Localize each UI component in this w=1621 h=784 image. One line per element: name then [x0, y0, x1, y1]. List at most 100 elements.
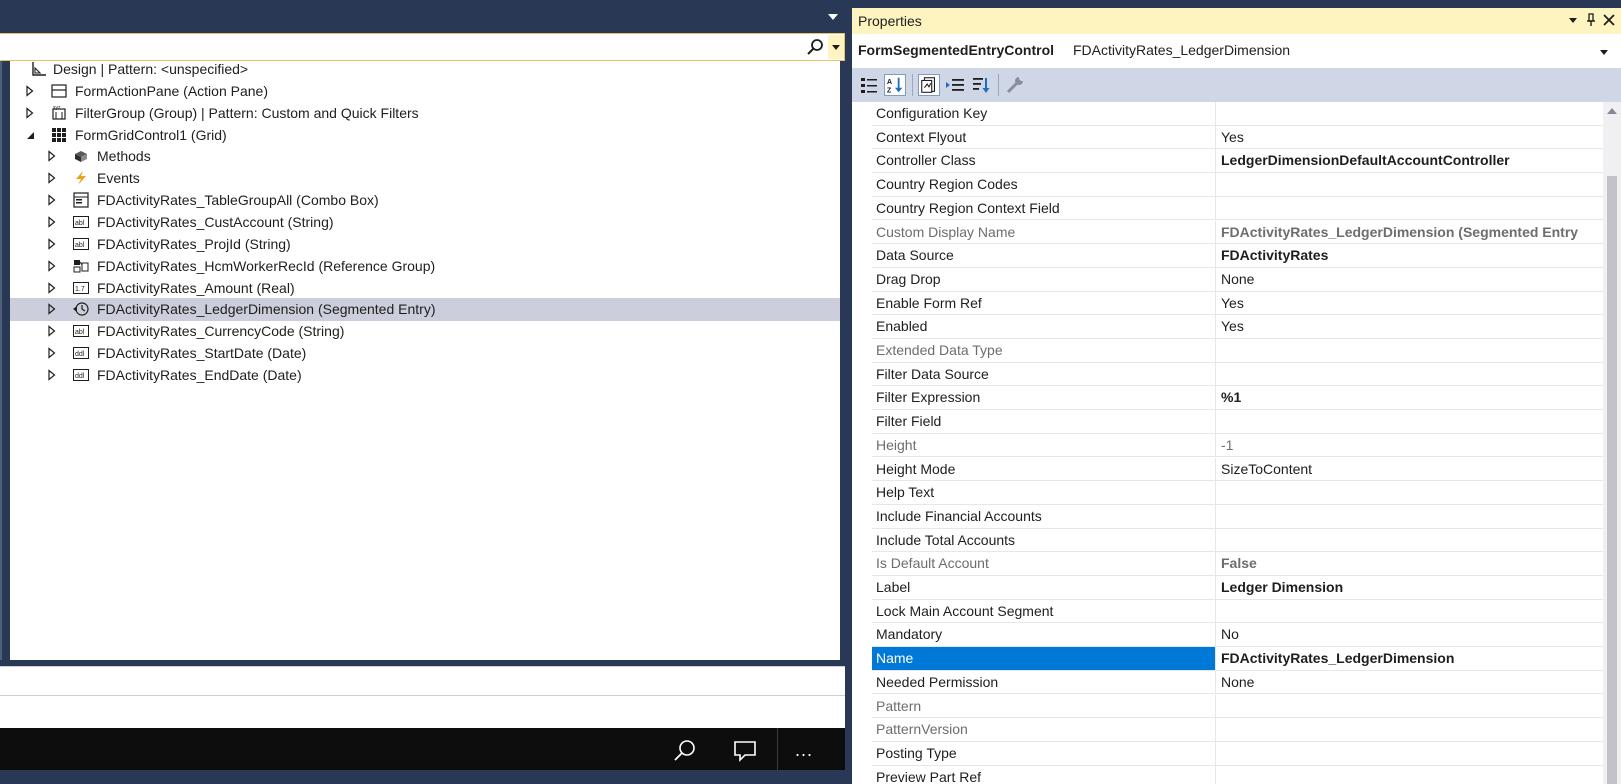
property-name[interactable]: Country Region Context Field	[872, 196, 1216, 220]
property-row[interactable]: Country Region Context Field	[872, 196, 1603, 221]
expand-chevron-icon[interactable]	[46, 150, 58, 163]
property-value[interactable]	[1217, 505, 1603, 528]
tree-node[interactable]: 1.7 FDActivityRates_Amount (Real)	[10, 277, 840, 300]
property-row[interactable]: Drag Drop None	[872, 267, 1603, 292]
property-value[interactable]: No	[1217, 623, 1603, 646]
property-name[interactable]: PatternVersion	[872, 718, 1216, 742]
property-row[interactable]: PatternVersion	[872, 718, 1603, 742]
property-name[interactable]: Include Total Accounts	[872, 528, 1216, 552]
tree-node[interactable]: FormGridControl1 (Grid)	[10, 124, 840, 147]
property-value[interactable]: Yes	[1217, 315, 1603, 338]
property-name[interactable]: Name	[872, 647, 1216, 671]
property-value[interactable]	[1217, 197, 1603, 220]
property-row[interactable]: Label Ledger Dimension	[872, 576, 1603, 600]
property-row[interactable]: Name FDActivityRates_LedgerDimension	[872, 647, 1603, 671]
scrollbar-thumb[interactable]	[1607, 176, 1617, 784]
expand-chevron-icon[interactable]	[46, 259, 58, 272]
property-name[interactable]: Label	[872, 576, 1216, 599]
expand-chevron-icon[interactable]	[46, 369, 58, 381]
collapse-all-icon[interactable]	[944, 74, 966, 96]
property-row[interactable]: Needed Permission None	[872, 670, 1603, 695]
property-pages-icon[interactable]	[918, 74, 940, 96]
property-value[interactable]: Yes	[1217, 292, 1603, 315]
property-name[interactable]: Lock Main Account Segment	[872, 599, 1216, 623]
property-row[interactable]: Help Text	[872, 481, 1603, 505]
property-name[interactable]: Extended Data Type	[872, 339, 1216, 362]
property-value[interactable]	[1217, 529, 1603, 552]
property-row[interactable]: Pattern	[872, 694, 1603, 719]
expand-chevron-icon[interactable]	[46, 325, 58, 337]
property-name[interactable]: Height Mode	[872, 457, 1216, 481]
expand-chevron-icon[interactable]	[46, 347, 58, 359]
property-row[interactable]: Filter Field	[872, 410, 1603, 434]
property-value[interactable]: Yes	[1217, 126, 1603, 149]
designer-search-input[interactable]	[0, 34, 800, 60]
property-row[interactable]: Enabled Yes	[872, 315, 1603, 339]
property-row[interactable]: Configuration Key	[872, 102, 1603, 126]
expand-chevron-icon[interactable]	[46, 216, 58, 228]
window-position-dropdown-icon[interactable]	[1565, 12, 1581, 28]
tree-node[interactable]: FormActionPane (Action Pane)	[10, 80, 840, 103]
property-name[interactable]: Context Flyout	[872, 125, 1216, 149]
property-name[interactable]: Mandatory	[872, 623, 1216, 647]
property-value[interactable]	[1217, 363, 1603, 386]
property-row[interactable]: Extended Data Type	[872, 339, 1603, 363]
property-row[interactable]: Preview Part Ref	[872, 765, 1603, 784]
expand-chevron-icon[interactable]	[24, 85, 36, 97]
wrench-icon[interactable]	[1004, 74, 1026, 96]
property-name[interactable]: Needed Permission	[872, 670, 1216, 694]
property-value[interactable]: FDActivityRates_LedgerDimension	[1217, 647, 1603, 670]
property-name[interactable]: Help Text	[872, 481, 1216, 505]
property-row[interactable]: Country Region Codes	[872, 173, 1603, 197]
property-value[interactable]: Ledger Dimension	[1217, 576, 1603, 599]
property-value[interactable]: SizeToContent	[1217, 458, 1603, 481]
property-name[interactable]: Posting Type	[872, 741, 1216, 765]
categorized-icon[interactable]	[858, 74, 880, 96]
property-row[interactable]: Lock Main Account Segment	[872, 599, 1603, 624]
property-row[interactable]: Include Financial Accounts	[872, 504, 1603, 529]
object-selector[interactable]: FormSegmentedEntryControl FDActivityRate…	[852, 34, 1621, 68]
tree-node[interactable]: Events	[10, 167, 840, 190]
tab-list-dropdown-icon[interactable]	[828, 14, 838, 20]
close-icon[interactable]	[1601, 12, 1617, 28]
expand-chevron-icon[interactable]	[46, 172, 58, 185]
property-row[interactable]: Height Mode SizeToContent	[872, 457, 1603, 482]
tree-node[interactable]: ddl FDActivityRates_EndDate (Date)	[10, 364, 840, 387]
property-row[interactable]: Filter Data Source	[872, 362, 1603, 387]
property-value[interactable]: None	[1217, 671, 1603, 694]
property-name[interactable]: Enable Form Ref	[872, 291, 1216, 315]
tree-node[interactable]: abl FDActivityRates_ProjId (String)	[10, 233, 840, 256]
expand-chevron-icon[interactable]	[46, 194, 58, 206]
property-name[interactable]: Data Source	[872, 244, 1216, 268]
properties-title-bar[interactable]: Properties	[852, 8, 1621, 34]
property-name[interactable]: Pattern	[872, 694, 1216, 718]
expand-chevron-icon[interactable]	[24, 106, 36, 119]
property-value[interactable]: %1	[1217, 386, 1603, 409]
property-value[interactable]	[1217, 410, 1603, 433]
tree-node[interactable]: abl FDActivityRates_CurrencyCode (String)	[10, 320, 840, 343]
property-row[interactable]: Custom Display Name FDActivityRates_Ledge…	[872, 220, 1603, 245]
expand-chevron-icon[interactable]	[46, 303, 58, 316]
property-name[interactable]: Controller Class	[872, 149, 1216, 173]
property-row[interactable]: Posting Type	[872, 741, 1603, 766]
property-row[interactable]: Controller Class LedgerDimensionDefaultAc…	[872, 149, 1603, 174]
property-value[interactable]: None	[1217, 268, 1603, 291]
collapse-chevron-icon[interactable]	[24, 129, 36, 141]
property-value[interactable]: FDActivityRates	[1217, 244, 1603, 267]
pin-icon[interactable]	[1583, 12, 1599, 28]
property-name[interactable]: Enabled	[872, 315, 1216, 339]
sort-descending-icon[interactable]	[970, 74, 992, 96]
property-row[interactable]: Data Source FDActivityRates	[872, 244, 1603, 268]
taskbar-search-icon[interactable]	[672, 738, 698, 764]
property-value[interactable]	[1217, 102, 1603, 125]
property-row[interactable]: Mandatory No	[872, 623, 1603, 648]
object-selector-dropdown-icon[interactable]	[1600, 50, 1608, 55]
tree-node[interactable]: abl FDActivityRates_CustAccount (String)	[10, 211, 840, 234]
property-row[interactable]: Filter Expression %1	[872, 386, 1603, 411]
property-value[interactable]	[1217, 766, 1603, 784]
property-value[interactable]: False	[1217, 552, 1603, 575]
property-value[interactable]	[1217, 718, 1603, 741]
property-value[interactable]	[1217, 695, 1603, 718]
tree-node[interactable]: FDActivityRates_HcmWorkerRecId (Referenc…	[10, 255, 840, 278]
property-value[interactable]: LedgerDimensionDefaultAccountController	[1217, 149, 1603, 172]
